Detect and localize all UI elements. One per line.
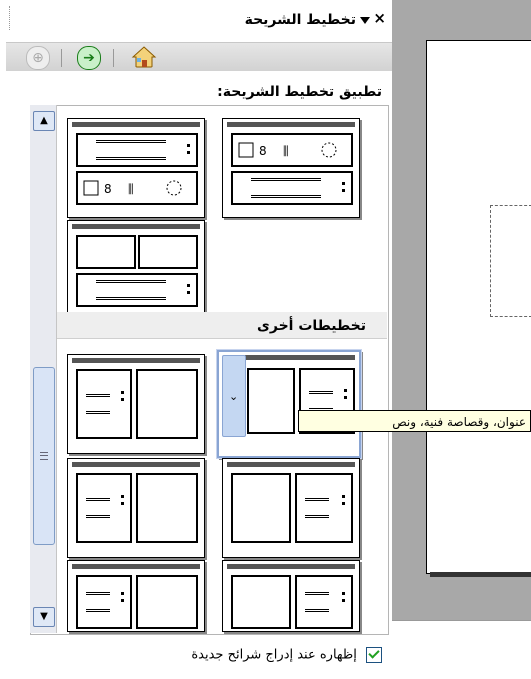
bullet [342,182,345,185]
svg-text:8: 8 [104,182,112,196]
layout-title-bar [72,358,200,363]
text-lines [309,391,333,411]
layout-title-bar [72,122,200,127]
show-on-insert-checkbox[interactable] [366,647,382,663]
task-pane-dropdown-icon[interactable] [360,17,370,24]
text-lines [86,498,110,518]
content-placeholder-icon [76,235,136,269]
gallery-scrollbar[interactable]: ▲ ▼ [30,105,57,633]
other-layouts-label: تخطيطات أخرى [257,318,366,334]
text-lines [96,280,166,300]
chart-placeholder-icon [136,473,198,543]
task-pane-nav-bar: ⊕ ➔ [6,42,392,71]
layout-title-bar [72,564,200,569]
close-icon[interactable]: × [373,11,386,26]
home-icon[interactable] [131,45,157,69]
notes-area[interactable] [392,620,531,679]
bullet [342,494,345,498]
content-placeholder-icon: 8 ⫼ [76,171,198,205]
nav-separator [113,49,114,67]
scroll-up-button[interactable]: ▲ [33,111,55,131]
content-placeholder-icon [138,235,198,269]
text-placeholder-icon [76,473,132,543]
bullet [187,284,190,287]
text-placeholder-icon [76,369,132,439]
layout-title-bar [227,462,355,467]
layout-thumbnail-selected[interactable]: ⌄ [216,349,362,459]
layout-thumbnail[interactable] [67,560,205,632]
svg-text:⫼: ⫼ [283,144,289,158]
pane-grip-handle[interactable] [9,6,12,30]
bullet [344,388,347,392]
layout-tooltip: عنوان، وقصاصة فنية، ونص [298,410,531,432]
layout-title-bar [227,122,355,127]
back-arrow-icon[interactable]: ⊕ [26,46,50,70]
text-lines [86,592,110,612]
content-icons: 8 ⫼ [238,142,337,158]
apply-layout-label: تطبيق تخطيط الشريحة: [217,84,382,100]
text-lines [251,178,321,198]
scroll-grip-icon [40,452,48,460]
layout-title-bar [245,355,355,360]
text-lines [305,498,329,518]
bullet [342,592,345,595]
media-placeholder-icon [231,575,291,629]
slide-placeholder[interactable] [490,205,531,317]
layout-title-bar [72,462,200,467]
chart-placeholder-icon [231,473,291,543]
layout-thumbnail[interactable] [67,354,205,454]
show-on-insert-label: إظهاره عند إدراج شرائح جديدة [191,647,357,663]
text-placeholder-icon [76,133,198,167]
layout-thumbnail[interactable]: 8 ⫼ [222,118,360,218]
clipart-placeholder-icon [247,368,295,434]
task-pane-title[interactable]: تخطيط الشريحة [245,12,356,28]
slide-shadow [430,572,531,577]
layout-thumbnail[interactable] [222,560,360,632]
show-on-insert-row[interactable]: إظهاره عند إدراج شرائح جديدة [191,647,382,665]
slide-layout-task-pane: تخطيط الشريحة × ⊕ ➔ تطبيق تخطيط الشريحة:… [0,0,392,678]
scroll-thumb[interactable] [33,367,55,545]
layout-title-bar [72,224,200,229]
media-placeholder-icon [136,575,198,629]
text-placeholder-icon [295,473,353,543]
bullet [121,390,124,394]
text-placeholder-icon [295,575,353,629]
layout-dropdown-button[interactable]: ⌄ [222,355,246,437]
text-placeholder-icon [231,171,353,205]
nav-separator [61,49,62,67]
layout-thumbnail[interactable]: 8 ⫼ [67,118,205,218]
text-lines [305,592,329,612]
bullet [121,494,124,498]
svg-text:8: 8 [259,144,267,158]
clipart-placeholder-icon [136,369,198,439]
layout-title-bar [227,564,355,569]
text-lines [96,140,166,160]
scroll-down-button[interactable]: ▼ [33,607,55,627]
svg-text:⫼: ⫼ [128,182,134,196]
bullet [121,592,124,595]
task-pane-titlebar: تخطيط الشريحة × [0,0,392,40]
chevron-down-icon: ⌄ [229,390,239,403]
text-lines [86,394,110,414]
forward-arrow-icon[interactable]: ➔ [77,46,101,70]
layout-thumbnail[interactable] [222,458,360,558]
content-placeholder-icon: 8 ⫼ [231,133,353,167]
bullet [187,144,190,147]
layout-thumbnail[interactable] [67,458,205,558]
text-placeholder-icon [76,273,198,307]
text-placeholder-icon [76,575,132,629]
content-icons: 8 ⫼ [83,180,182,196]
layout-thumbnail[interactable] [67,220,205,320]
